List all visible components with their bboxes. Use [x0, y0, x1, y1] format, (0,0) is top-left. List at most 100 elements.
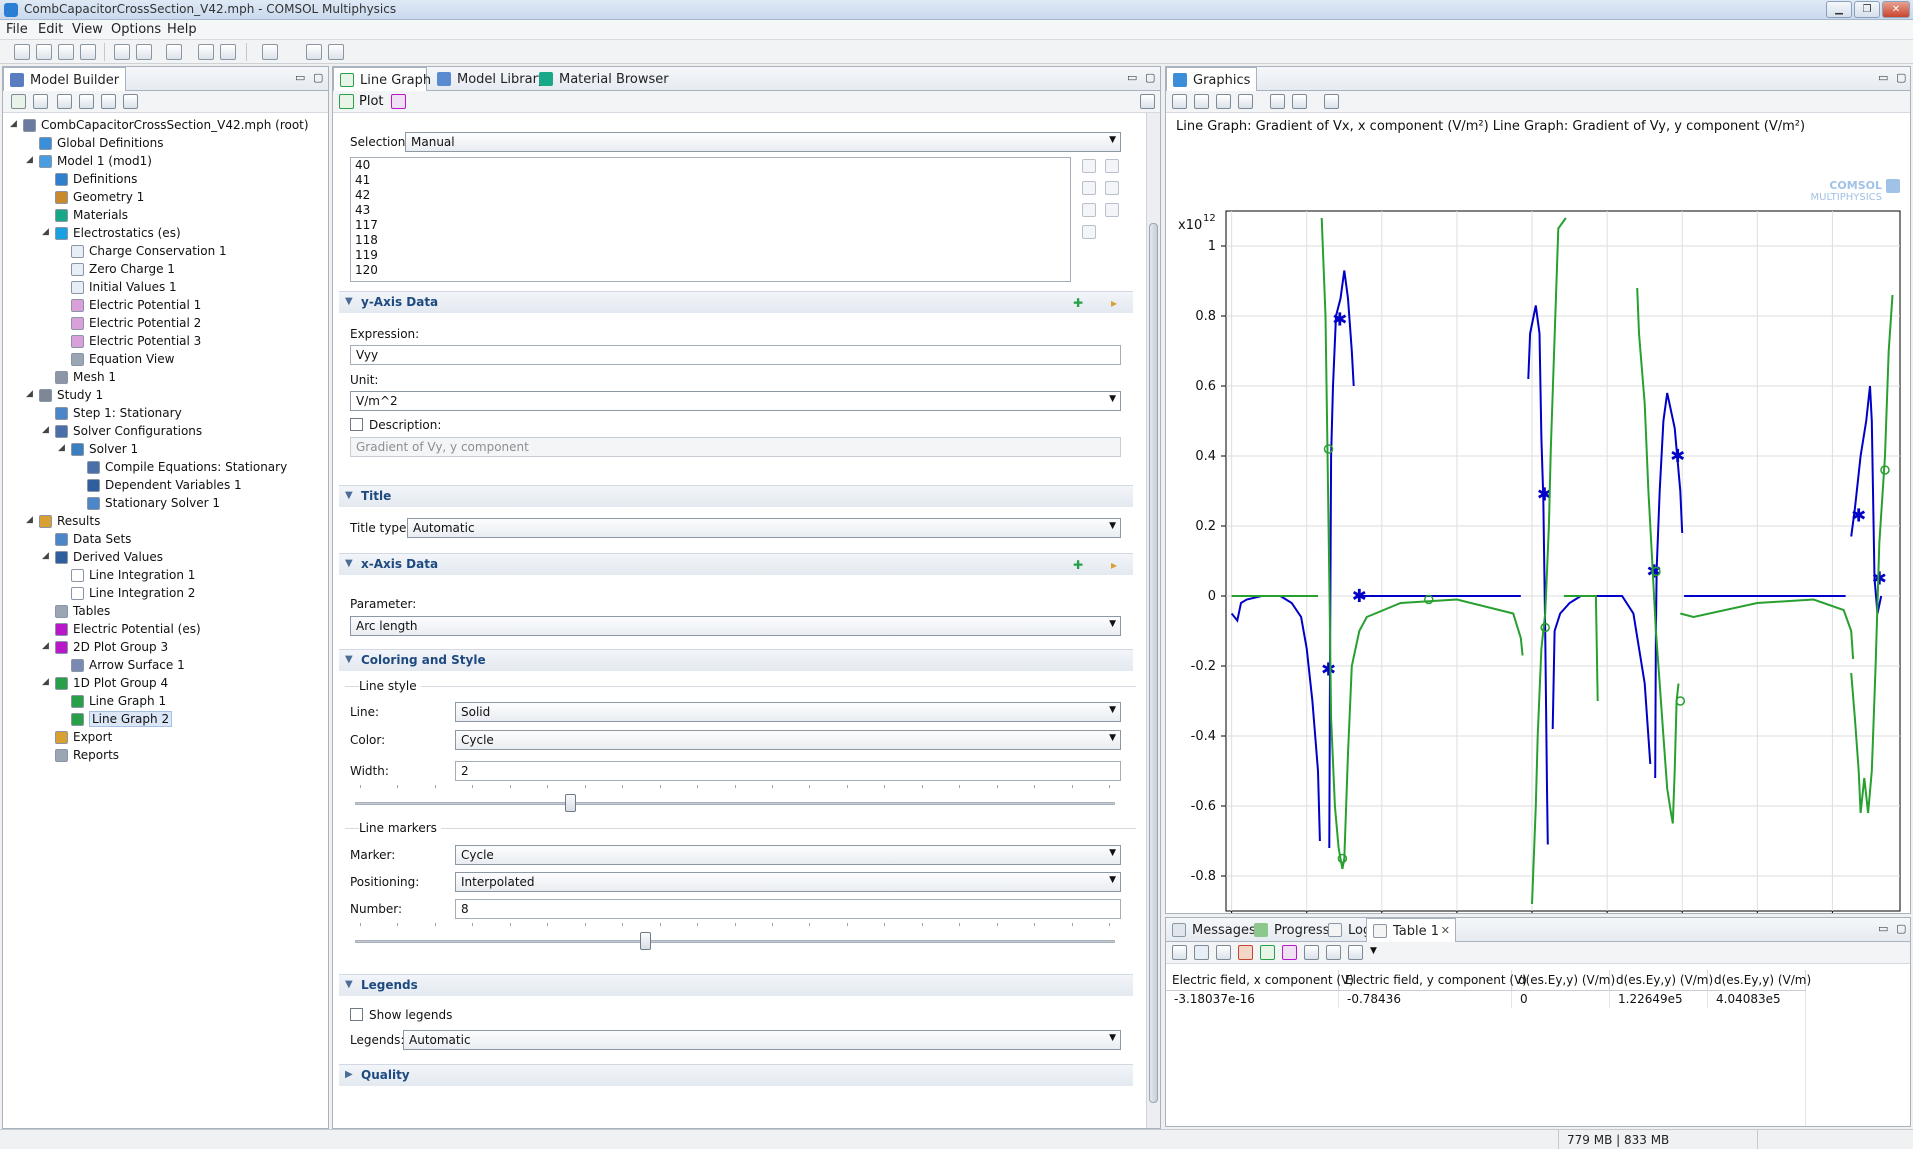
expression-options-icon[interactable]: ▸ — [1107, 296, 1121, 310]
selection-list-item[interactable]: 43 — [351, 203, 1070, 218]
selection-list[interactable]: 40 41 42 43 117 118 119 120 — [350, 157, 1071, 282]
compute-icon[interactable] — [262, 44, 278, 60]
menu-help[interactable]: Help — [167, 22, 197, 37]
section-x-axis-data[interactable]: ▼ x-Axis Data ✚ ▸ — [339, 553, 1133, 575]
color-dropdown[interactable]: Cycle ▼ — [455, 730, 1121, 750]
selection-list-item[interactable]: 40 — [351, 158, 1070, 173]
legends-dropdown[interactable]: Automatic ▼ — [403, 1030, 1121, 1050]
export-table-icon[interactable] — [1326, 945, 1341, 960]
description-checkbox[interactable] — [350, 418, 363, 431]
table-column-header[interactable]: Electric field, y component (V) — [1339, 970, 1527, 990]
graphics-canvas[interactable]: Line Graph: Gradient of Vx, x component … — [1166, 113, 1910, 913]
back-icon[interactable] — [11, 94, 26, 109]
marker-dropdown[interactable]: Cycle ▼ — [455, 845, 1121, 865]
tree-expand-icon[interactable]: ◢ — [42, 425, 49, 435]
create-selection-icon[interactable] — [1082, 225, 1096, 239]
show-icon[interactable] — [57, 94, 72, 109]
add-expression-icon[interactable]: ✚ — [1071, 558, 1085, 572]
selection-dropdown[interactable]: Manual ▼ — [405, 132, 1121, 152]
table-cell[interactable]: 0 — [1512, 990, 1610, 1008]
paste-selection-icon[interactable] — [1082, 159, 1096, 173]
minimize-view-icon[interactable]: ▭ — [1127, 71, 1137, 84]
add-icon[interactable] — [1105, 159, 1119, 173]
results-table[interactable]: Electric field, x component (V) -3.18037e… — [1166, 964, 1910, 1126]
selection-list-item[interactable]: 41 — [351, 173, 1070, 188]
visibility-icon[interactable] — [79, 94, 94, 109]
new-file-icon[interactable] — [14, 44, 30, 60]
tree-expand-icon[interactable]: ◢ — [26, 515, 33, 525]
tree-expand-icon[interactable]: ◢ — [42, 551, 49, 561]
selection-list-item[interactable]: 119 — [351, 248, 1070, 263]
window-icon[interactable] — [306, 44, 322, 60]
tree-expand-icon[interactable]: ◢ — [42, 677, 49, 687]
description-field[interactable]: Gradient of Vy, y component — [350, 437, 1121, 457]
x-axis-log-icon[interactable] — [1270, 94, 1285, 109]
selection-list-item[interactable]: 120 — [351, 263, 1070, 278]
restore-button[interactable]: ❐ — [1854, 1, 1880, 18]
table-columns-icon[interactable] — [1348, 945, 1363, 960]
parameter-dropdown[interactable]: Arc length ▼ — [350, 616, 1121, 636]
maximize-view-icon[interactable]: ▢ — [1896, 71, 1906, 84]
close-icon[interactable]: ✕ — [1441, 924, 1450, 937]
table-cell[interactable]: 1.22649e5 — [1610, 990, 1708, 1008]
table-cell[interactable]: -0.78436 — [1339, 990, 1512, 1008]
grid-icon[interactable] — [1292, 94, 1307, 109]
minimize-button[interactable]: ▁ — [1826, 1, 1852, 18]
undo-icon[interactable] — [114, 44, 130, 60]
maximize-view-icon[interactable]: ▢ — [1145, 71, 1155, 84]
remove-icon[interactable] — [1105, 181, 1119, 195]
number-format-icon[interactable] — [1194, 945, 1209, 960]
table-surface-icon[interactable] — [1282, 945, 1297, 960]
zoom-extents-icon[interactable] — [1238, 94, 1253, 109]
menu-edit[interactable]: Edit — [38, 22, 63, 37]
panel-options-icon[interactable] — [1140, 94, 1155, 109]
zoom-out-icon[interactable] — [1194, 94, 1209, 109]
width-slider[interactable] — [355, 785, 1115, 813]
plot-in-window-icon[interactable] — [391, 94, 406, 109]
tree-expand-icon[interactable]: ◢ — [10, 119, 17, 129]
table-column-header[interactable]: Electric field, x component (V) — [1166, 970, 1354, 990]
clear-table-icon[interactable] — [1216, 945, 1231, 960]
show-legends-checkbox[interactable] — [350, 1008, 363, 1021]
maximize-view-icon[interactable]: ▢ — [1896, 922, 1906, 935]
slider-thumb[interactable] — [639, 932, 651, 950]
table-cell[interactable]: -3.18037e-16 — [1166, 990, 1339, 1008]
number-field[interactable]: 8 — [455, 899, 1121, 919]
positioning-dropdown[interactable]: Interpolated ▼ — [455, 872, 1121, 892]
tree-expand-icon[interactable]: ◢ — [26, 389, 33, 399]
redo-icon[interactable] — [136, 44, 152, 60]
open-file-icon[interactable] — [36, 44, 52, 60]
table-column-header[interactable]: d(es.Ey,y) (V/m) — [1708, 970, 1811, 990]
tab-model-builder[interactable]: Model Builder — [3, 67, 127, 92]
menu-options[interactable]: Options — [111, 22, 161, 37]
expression-field[interactable]: Vyy — [350, 345, 1121, 365]
tab-material-browser[interactable]: Material Browser — [533, 67, 675, 91]
selection-list-item[interactable]: 118 — [351, 233, 1070, 248]
zoom-selection-icon[interactable] — [1105, 203, 1119, 217]
line-graph-chart[interactable]: COMSOLMULTIPHYSICS -0.8 -0.6 -0.4 -0.2 0 0.2 0.… — [1166, 113, 1910, 913]
selection-list-item[interactable]: 42 — [351, 188, 1070, 203]
plot-icon[interactable] — [339, 94, 354, 109]
camera-icon[interactable] — [1324, 94, 1339, 109]
settings-scrollbar[interactable] — [1146, 113, 1160, 1128]
expression-options-icon[interactable]: ▸ — [1107, 558, 1121, 572]
save-icon[interactable] — [58, 44, 74, 60]
menu-view[interactable]: View — [72, 22, 103, 37]
section-coloring-and-style[interactable]: ▼ Coloring and Style — [339, 649, 1133, 671]
copy-table-icon[interactable] — [1304, 945, 1319, 960]
number-slider[interactable] — [355, 923, 1115, 951]
unit-dropdown[interactable]: V/m^2 ▼ — [350, 391, 1121, 411]
section-legends[interactable]: ▼ Legends — [339, 974, 1133, 996]
plot-button[interactable]: Plot — [359, 94, 384, 109]
tree-expand-icon[interactable]: ◢ — [42, 227, 49, 237]
chevron-down-icon[interactable]: ▼ — [1370, 946, 1377, 956]
table-graph-icon[interactable] — [1260, 945, 1275, 960]
dynamic-help-icon[interactable] — [220, 44, 236, 60]
delete-icon[interactable] — [1238, 945, 1253, 960]
help-icon[interactable] — [198, 44, 214, 60]
width-field[interactable]: 2 — [455, 761, 1121, 781]
minimize-view-icon[interactable]: ▭ — [295, 71, 305, 84]
menu-file[interactable]: File — [6, 22, 28, 37]
minimize-view-icon[interactable]: ▭ — [1878, 71, 1888, 84]
zoom-box-icon[interactable] — [1216, 94, 1231, 109]
